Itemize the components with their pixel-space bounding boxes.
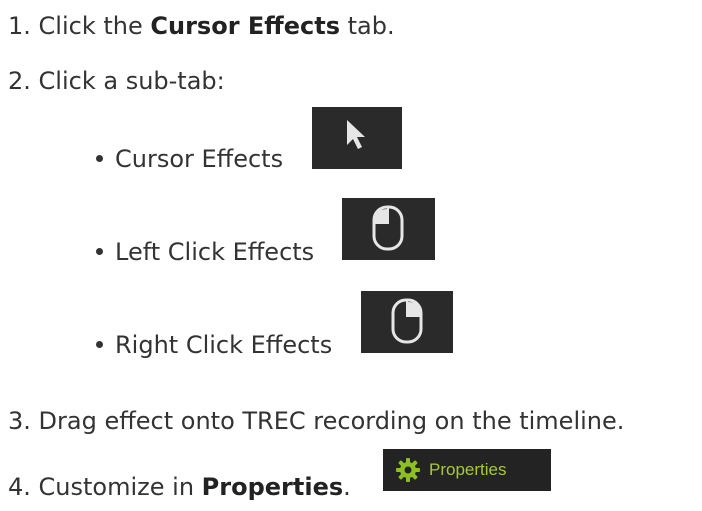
step-text-end: tab. (340, 12, 395, 40)
properties-button[interactable]: Properties (383, 449, 551, 491)
mouse-right-click-icon[interactable] (361, 291, 453, 353)
subtab-label: Right Click Effects (115, 331, 333, 359)
step-text: Click a sub-tab: (38, 67, 225, 95)
step-text: Customize in (38, 473, 202, 501)
step-text-end: . (343, 473, 351, 501)
subtab-left-click-effects: Left Click Effects (96, 238, 314, 266)
step-bold-text: Cursor Effects (150, 12, 340, 40)
cursor-arrow-icon[interactable] (312, 107, 402, 169)
step-bold-text: Properties (201, 473, 344, 501)
step-number: 3. (8, 407, 31, 435)
gear-icon (396, 458, 420, 482)
mouse-left-click-icon[interactable] (342, 198, 435, 260)
step-text: Drag effect onto TREC recording on the t… (38, 407, 625, 435)
step-number: 4. (8, 473, 31, 501)
step-4: 4. Customize in Properties. (8, 473, 351, 501)
bullet (96, 340, 103, 348)
subtab-label: Left Click Effects (115, 238, 315, 266)
subtab-right-click-effects: Right Click Effects (96, 331, 332, 359)
subtab-cursor-effects: Cursor Effects (96, 145, 283, 173)
step-number: 2. (8, 67, 31, 95)
step-1: 1. Click the Cursor Effects tab. (8, 12, 395, 40)
bullet (96, 247, 103, 255)
step-3: 3. Drag effect onto TREC recording on th… (8, 407, 624, 435)
step-text: Click the (38, 12, 151, 40)
step-2: 2. Click a sub-tab: (8, 67, 225, 95)
properties-button-label: Properties (429, 460, 507, 479)
subtab-label: Cursor Effects (115, 145, 284, 173)
bullet (96, 154, 103, 162)
step-number: 1. (8, 12, 31, 40)
